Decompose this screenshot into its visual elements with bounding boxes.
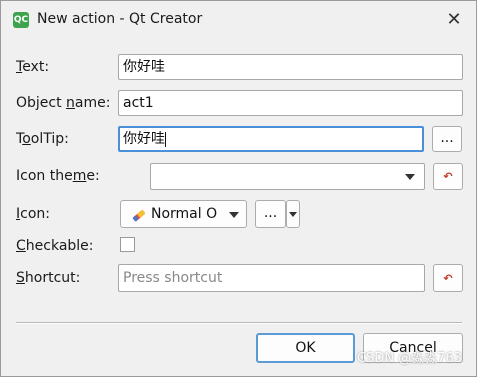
checkable-checkbox[interactable] — [120, 237, 135, 252]
text-label: Text: — [16, 59, 50, 75]
icon-theme-reset-button[interactable]: ↶ — [433, 163, 463, 190]
icon-more-button[interactable]: ... — [255, 200, 286, 228]
ok-button[interactable]: OK — [256, 333, 355, 363]
shortcut-placeholder: Press shortcut — [123, 270, 223, 286]
window-title: New action - Qt Creator — [37, 11, 203, 27]
pencil-icon — [132, 210, 146, 222]
tooltip-more-button[interactable]: ... — [432, 126, 462, 152]
csdn-watermark: CSDN @淼淼763 — [356, 351, 462, 366]
text-input[interactable]: 你好哇 — [118, 54, 463, 80]
chevron-down-icon — [405, 174, 415, 180]
icon-mode-combobox[interactable]: Normal O — [120, 200, 247, 228]
icon-label: Icon: — [16, 206, 50, 222]
reset-arrow-icon: ↶ — [443, 272, 453, 285]
title-bar: QC New action - Qt Creator ✕ — [1, 1, 476, 39]
object-name-input[interactable]: act1 — [118, 90, 463, 116]
icon-theme-label: Icon theme: — [16, 168, 100, 184]
chevron-down-icon — [289, 212, 297, 217]
reset-arrow-icon: ↶ — [443, 170, 453, 183]
shortcut-reset-button[interactable]: ↶ — [433, 264, 463, 292]
tooltip-label: ToolTip: — [16, 131, 69, 147]
shortcut-label: Shortcut: — [16, 270, 81, 286]
qt-creator-app-icon: QC — [13, 12, 29, 28]
checkable-label: Checkable: — [16, 238, 94, 254]
chevron-down-icon — [229, 212, 239, 218]
icon-mode-value: Normal O — [151, 206, 218, 222]
tooltip-input[interactable]: 你好哇 — [118, 126, 424, 152]
new-action-dialog: QC New action - Qt Creator ✕ Text: 你好哇 O… — [0, 0, 477, 377]
icon-options-dropdown-button[interactable] — [286, 200, 300, 228]
close-button[interactable]: ✕ — [440, 7, 468, 33]
tooltip-input-value: 你好哇 — [123, 131, 165, 147]
separator — [16, 322, 462, 324]
icon-theme-combobox[interactable] — [150, 163, 425, 190]
shortcut-input[interactable]: Press shortcut — [118, 264, 425, 292]
object-name-label: Object name: — [16, 95, 111, 111]
text-cursor — [165, 131, 166, 147]
